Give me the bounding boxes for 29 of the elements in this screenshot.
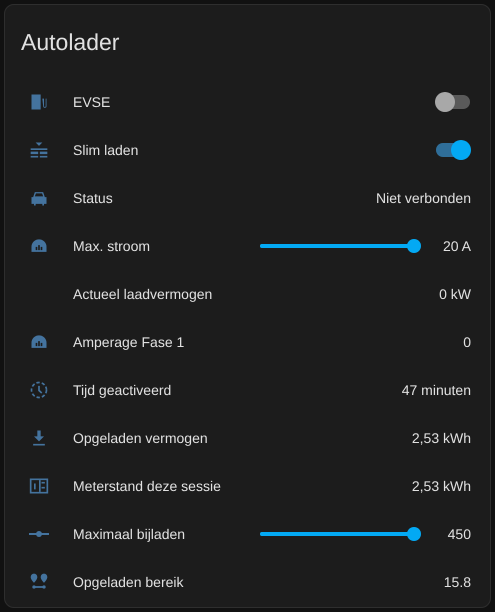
row-label: Tijd geactiveerd (72, 380, 172, 400)
row-label: Meterstand deze sessie (72, 476, 222, 496)
slider-thumb[interactable] (407, 239, 421, 253)
charging-station-icon (29, 92, 49, 112)
slider-thumb[interactable] (407, 527, 421, 541)
slider-value: 450 (446, 524, 471, 544)
row-value: 47 minuten (402, 382, 471, 398)
row-value: 15.8 (444, 574, 471, 590)
card-title: Autolader (21, 28, 120, 57)
clock-icon (29, 380, 49, 400)
row-label: Slim laden (72, 140, 140, 160)
row-label: Maximaal bijladen (72, 524, 186, 544)
toggle-switch[interactable] (435, 92, 471, 112)
row-label: Opgeladen bereik (72, 572, 185, 592)
row-value: 0 kW (439, 286, 471, 302)
row-label: Opgeladen vermogen (72, 428, 209, 448)
row-label: Status (72, 188, 114, 208)
row-label: EVSE (72, 92, 112, 112)
row-label: Actueel laadvermogen (72, 284, 214, 304)
slider-icon (29, 531, 49, 537)
row-label: Amperage Fase 1 (72, 332, 186, 352)
row-value: Niet verbonden (376, 190, 471, 206)
row-value: 0 (463, 334, 471, 350)
row-value: 2,53 kWh (412, 478, 471, 494)
row-value: 2,53 kWh (412, 430, 471, 446)
slider-value: 20 A (442, 236, 471, 256)
counter-icon (29, 476, 49, 496)
row-label: Max. stroom (72, 236, 152, 256)
toggle-switch[interactable] (435, 140, 471, 160)
